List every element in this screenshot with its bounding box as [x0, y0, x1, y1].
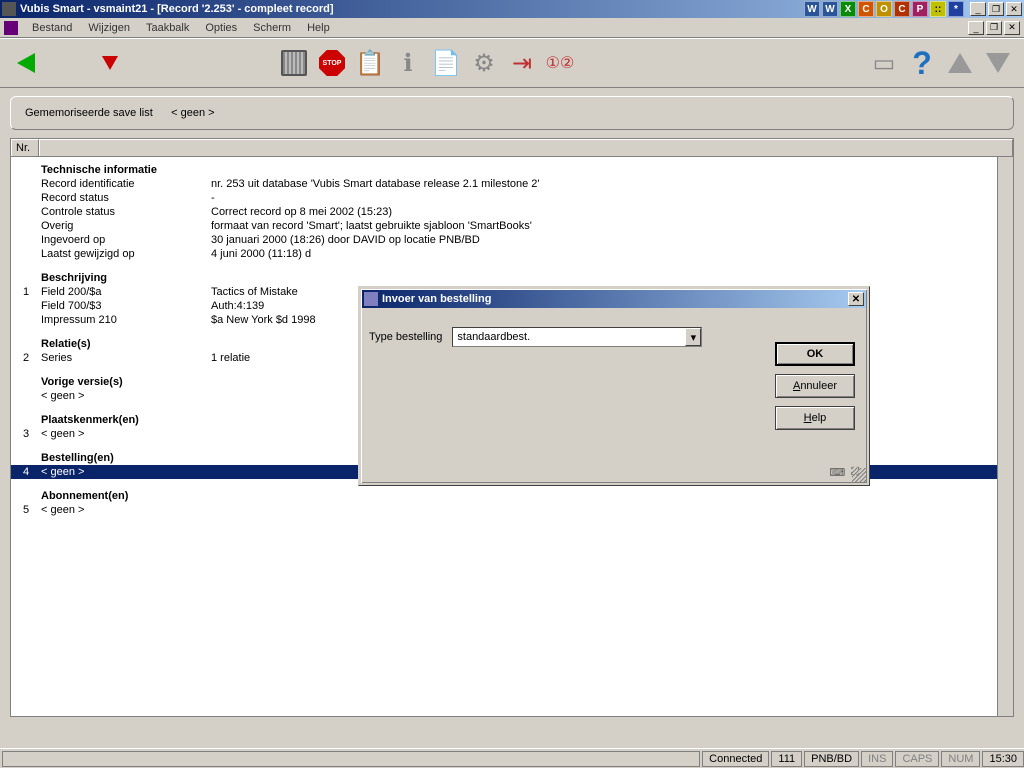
window-title: Vubis Smart - vsmaint21 - [Record '2.253…: [20, 3, 804, 15]
status-num: 111: [771, 751, 802, 767]
tray-icons: W W X C O C P :: *: [804, 1, 964, 17]
menu-wijzigen[interactable]: Wijzigen: [80, 20, 138, 36]
titlebar: Vubis Smart - vsmaint21 - [Record '2.253…: [0, 0, 1024, 18]
toolbar: STOP 📋 ℹ 📄 ⚙ ⇥ ①② ▭ ?: [0, 38, 1024, 88]
maximize-button[interactable]: ❐: [988, 2, 1004, 16]
status-time: 15:30: [982, 751, 1024, 767]
status-location: PNB/BD: [804, 751, 859, 767]
menu-opties[interactable]: Opties: [197, 20, 245, 36]
down-nav-button[interactable]: [982, 47, 1014, 79]
tray-icon[interactable]: C: [858, 1, 874, 17]
resize-grip[interactable]: [852, 468, 866, 482]
keyboard-icon[interactable]: ⌨: [829, 466, 845, 479]
scrollbar[interactable]: [997, 157, 1013, 716]
status-numlock: NUM: [941, 751, 980, 767]
menu-taakbalk[interactable]: Taakbalk: [138, 20, 197, 36]
settings-button[interactable]: ⚙: [468, 47, 500, 79]
copy-button[interactable]: 📋: [354, 47, 386, 79]
down-button[interactable]: [94, 47, 126, 79]
menubar: Bestand Wijzigen Taakbalk Opties Scherm …: [0, 18, 1024, 38]
status-caps: CAPS: [895, 751, 939, 767]
delete-button[interactable]: [278, 47, 310, 79]
infobar-value: < geen >: [171, 107, 214, 119]
tray-icon[interactable]: C: [894, 1, 910, 17]
tray-icon[interactable]: ::: [930, 1, 946, 17]
help-button[interactable]: ?: [906, 47, 938, 79]
arrow-left-icon: [17, 53, 35, 73]
dropdown-button[interactable]: ▾: [685, 328, 701, 346]
infobar: Gememoriseerde save list < geen >: [10, 96, 1014, 130]
col-rest[interactable]: [39, 139, 1013, 156]
tray-icon[interactable]: P: [912, 1, 928, 17]
arrow-down-icon: [102, 56, 118, 70]
doc-icon: [4, 21, 18, 35]
close-button[interactable]: ✕: [1006, 2, 1022, 16]
dialog-icon: [364, 292, 378, 306]
help-button[interactable]: Help: [775, 406, 855, 430]
annuleer-button[interactable]: Annuleer: [775, 374, 855, 398]
tray-icon[interactable]: *: [948, 1, 964, 17]
status-ins: INS: [861, 751, 893, 767]
back-button[interactable]: [10, 47, 42, 79]
statusbar: Connected 111 PNB/BD INS CAPS NUM 15:30: [0, 748, 1024, 768]
type-bestelling-select[interactable]: ▾: [452, 327, 702, 347]
stop-button[interactable]: STOP: [316, 47, 348, 79]
up-button[interactable]: [944, 47, 976, 79]
status-connected: Connected: [702, 751, 769, 767]
section-tech: Technische informatie: [11, 163, 1013, 177]
menu-bestand[interactable]: Bestand: [24, 20, 80, 36]
section-abonnement: Abonnement(en): [11, 489, 1013, 503]
type-bestelling-input[interactable]: [453, 331, 685, 343]
window-buttons: _ ❐ ✕: [970, 2, 1022, 16]
trash-icon: [281, 50, 307, 76]
mdi-maximize-button[interactable]: ❐: [986, 21, 1002, 35]
dialog-titlebar[interactable]: Invoer van bestelling ✕: [362, 290, 866, 308]
col-nr[interactable]: Nr.: [11, 139, 39, 156]
type-bestelling-label: Type bestelling: [369, 331, 442, 343]
window-button[interactable]: ▭: [868, 47, 900, 79]
tray-icon[interactable]: W: [822, 1, 838, 17]
menu-scherm[interactable]: Scherm: [245, 20, 299, 36]
tray-icon[interactable]: X: [840, 1, 856, 17]
dialog-close-button[interactable]: ✕: [848, 292, 864, 306]
ok-button[interactable]: OK: [775, 342, 855, 366]
tray-icon[interactable]: O: [876, 1, 892, 17]
export-button[interactable]: ⇥: [506, 47, 538, 79]
section-beschrijving: Beschrijving: [11, 271, 1013, 285]
minimize-button[interactable]: _: [970, 2, 986, 16]
status-main: [2, 751, 700, 767]
dialog-title: Invoer van bestelling: [382, 293, 491, 305]
link-button[interactable]: ①②: [544, 47, 576, 79]
mdi-buttons: _ ❐ ✕: [968, 21, 1020, 35]
app-icon: [2, 2, 16, 16]
info-button[interactable]: ℹ: [392, 47, 424, 79]
arrow-up-icon: [948, 53, 972, 73]
tray-icon[interactable]: W: [804, 1, 820, 17]
doc-button[interactable]: 📄: [430, 47, 462, 79]
dialog-invoer: Invoer van bestelling ✕ Type bestelling …: [358, 286, 870, 486]
stop-icon: STOP: [319, 50, 345, 76]
menu-help[interactable]: Help: [299, 20, 338, 36]
grid-header: Nr.: [10, 138, 1014, 157]
mdi-minimize-button[interactable]: _: [968, 21, 984, 35]
infobar-label: Gememoriseerde save list: [25, 107, 153, 119]
arrow-down-gray-icon: [986, 53, 1010, 73]
mdi-close-button[interactable]: ✕: [1004, 21, 1020, 35]
